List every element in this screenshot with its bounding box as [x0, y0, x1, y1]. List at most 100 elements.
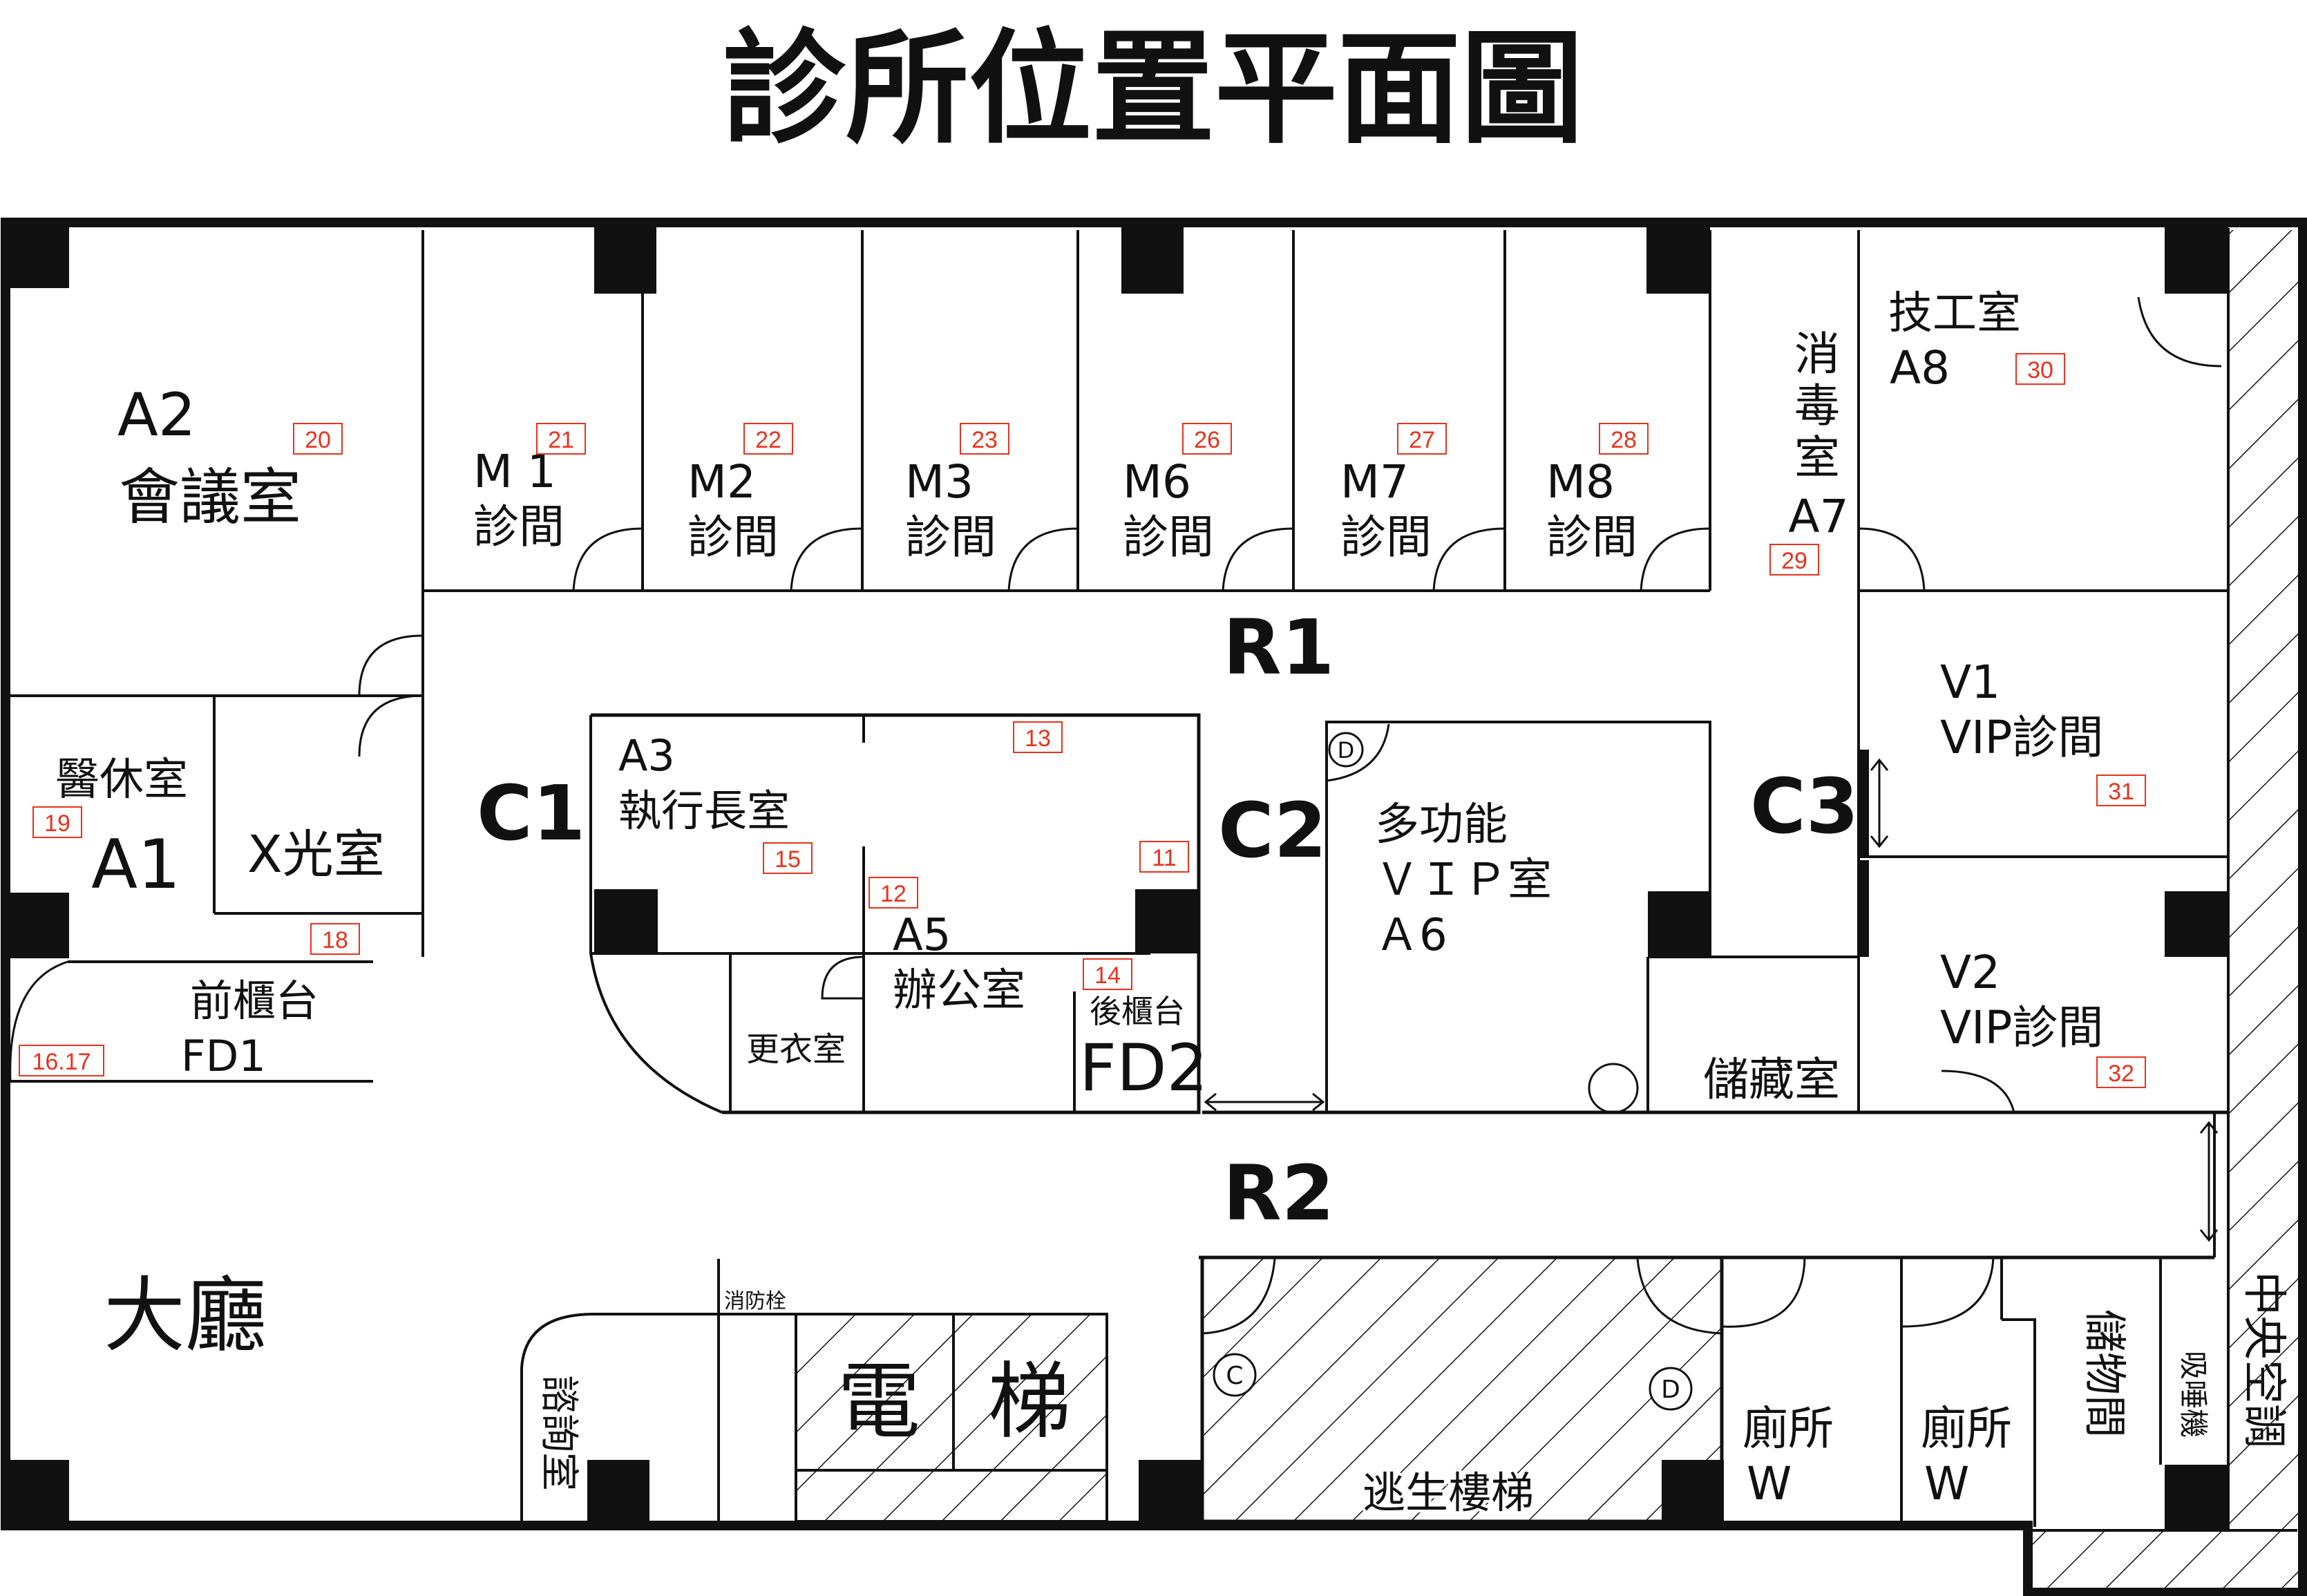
badge-number: 13 — [1025, 725, 1051, 752]
room-name-char: 室 — [1794, 431, 1840, 484]
badge: 15 — [763, 842, 813, 874]
room-name: 診間 — [1546, 511, 1637, 564]
room-code: W — [1924, 1457, 1969, 1510]
emergency-stairs-label: 逃生樓梯 — [1363, 1467, 1534, 1518]
corridor-r1: R1 — [1223, 603, 1334, 692]
room-locker: 儲物間 — [2080, 1309, 2130, 1438]
room-code: M6 — [1123, 455, 1191, 509]
elevator-char: 梯 — [988, 1354, 1071, 1450]
room-xray: X光室 — [247, 825, 385, 884]
badge-number: 14 — [1094, 962, 1121, 989]
room-name: 技工室 — [1888, 288, 2021, 339]
room-name-char: 消 — [1794, 327, 1840, 381]
room-hvac: 中央空調 — [2238, 1271, 2289, 1448]
room-name: 診間 — [687, 511, 779, 564]
corridor-r2: R2 — [1223, 1149, 1334, 1237]
badge: 32 — [2096, 1056, 2146, 1088]
room-code: M3 — [905, 455, 974, 509]
room-name: 辦公室 — [893, 965, 1025, 1016]
room-code: A3 — [618, 730, 675, 781]
corridor-c1: C1 — [477, 769, 585, 857]
badge: 19 — [32, 806, 82, 838]
badge: 23 — [960, 423, 1009, 455]
badge-number: 26 — [1194, 427, 1220, 453]
room-code: FD2 — [1079, 1031, 1208, 1106]
room-name: 執行長室 — [618, 786, 790, 836]
room-code: A8 — [1890, 341, 1950, 395]
floor-plan: 診所位置平面圖 D C D A2 會議室 M 1 診間 M2 診間 M3 診間 … — [1, 17, 2307, 1596]
badge: 31 — [2096, 775, 2146, 806]
room-code: A7 — [1788, 490, 1848, 543]
badge: 20 — [293, 423, 343, 455]
room-m7: M7 診間 — [1340, 455, 1432, 564]
room-consult: 諮詢室 — [536, 1375, 581, 1491]
room-code: V2 — [1940, 946, 2000, 999]
room-fd2: 後櫃台 FD2 — [1079, 993, 1208, 1106]
room-name: 前櫃台 — [190, 976, 319, 1026]
room-a3: A3 執行長室 — [618, 730, 790, 836]
badge-number: 27 — [1409, 427, 1435, 453]
room-name: 醫休室 — [55, 754, 188, 806]
badge-number: 20 — [305, 427, 331, 453]
room-m3: M3 診間 — [905, 455, 996, 564]
room-name: 診間 — [473, 500, 564, 553]
badge-number: 16.17 — [32, 1049, 91, 1075]
room-m6: M6 診間 — [1123, 455, 1214, 564]
badge-number: 22 — [755, 427, 781, 453]
page-title: 診所位置平面圖 — [723, 17, 1584, 160]
room-changing: 更衣室 — [746, 1030, 846, 1069]
badge-number: 30 — [2027, 357, 2053, 383]
badge: 18 — [310, 923, 360, 955]
room-name: 診間 — [1340, 511, 1432, 564]
room-line3: Ａ6 — [1375, 910, 1447, 961]
badge-number: 29 — [1781, 548, 1807, 574]
badge-number: 18 — [322, 927, 348, 953]
room-code: A1 — [91, 826, 180, 904]
badge-number: 11 — [1152, 845, 1176, 871]
badge: 13 — [1013, 721, 1063, 753]
room-m2: M2 診間 — [687, 455, 779, 564]
room-name: 廁所 — [1921, 1402, 2012, 1455]
badge: 27 — [1397, 423, 1447, 455]
room-storage: 儲藏室 — [1703, 1053, 1840, 1106]
room-code: W — [1747, 1457, 1792, 1510]
room-lobby: 大廳 — [104, 1268, 267, 1363]
stairs-mark-d: D — [1661, 1376, 1680, 1404]
badge: 28 — [1599, 423, 1649, 455]
fire-hydrant-label: 消防栓 — [724, 1289, 786, 1313]
room-name: 診間 — [1123, 511, 1214, 564]
a6-door-mark: D — [1338, 737, 1355, 763]
badge-number: 15 — [775, 846, 801, 873]
room-name: 後櫃台 — [1090, 993, 1185, 1030]
badge: 26 — [1182, 423, 1232, 455]
room-code: M2 — [687, 455, 756, 509]
room-name: VIP診間 — [1940, 711, 2103, 764]
room-name-char: 毒 — [1794, 379, 1840, 433]
badge-number: 28 — [1611, 427, 1637, 453]
room-m1: M 1 診間 — [473, 445, 564, 553]
room-a2: A2 會議室 — [117, 381, 301, 533]
room-code: M8 — [1546, 455, 1615, 509]
badge: 14 — [1083, 958, 1132, 990]
badge: 16.17 — [19, 1045, 104, 1076]
room-name: 診間 — [905, 511, 996, 564]
room-line2: ＶＩＰ室 — [1375, 855, 1552, 906]
room-m8: M8 診間 — [1546, 455, 1637, 564]
corridor-c3: C3 — [1750, 762, 1859, 851]
badge: 29 — [1769, 544, 1819, 576]
badge-number: 23 — [971, 427, 998, 453]
badge-number: 19 — [44, 810, 70, 837]
badge-number: 31 — [2108, 779, 2134, 805]
badge: 30 — [2015, 353, 2065, 385]
room-name: 廁所 — [1743, 1402, 1834, 1455]
room-name: VIP診間 — [1940, 1001, 2103, 1054]
room-line1: 多功能 — [1375, 799, 1508, 851]
badge: 11 — [1139, 841, 1189, 873]
room-a5: A5 辦公室 — [893, 910, 1025, 1016]
corridor-c2: C2 — [1218, 786, 1327, 875]
room-a7: 消 毒 室 A7 — [1788, 327, 1848, 543]
badge-number: 32 — [2108, 1061, 2134, 1087]
room-code: A5 — [893, 910, 951, 961]
room-v1: V1 VIP診間 — [1940, 656, 2103, 764]
room-code: M7 — [1340, 455, 1409, 509]
